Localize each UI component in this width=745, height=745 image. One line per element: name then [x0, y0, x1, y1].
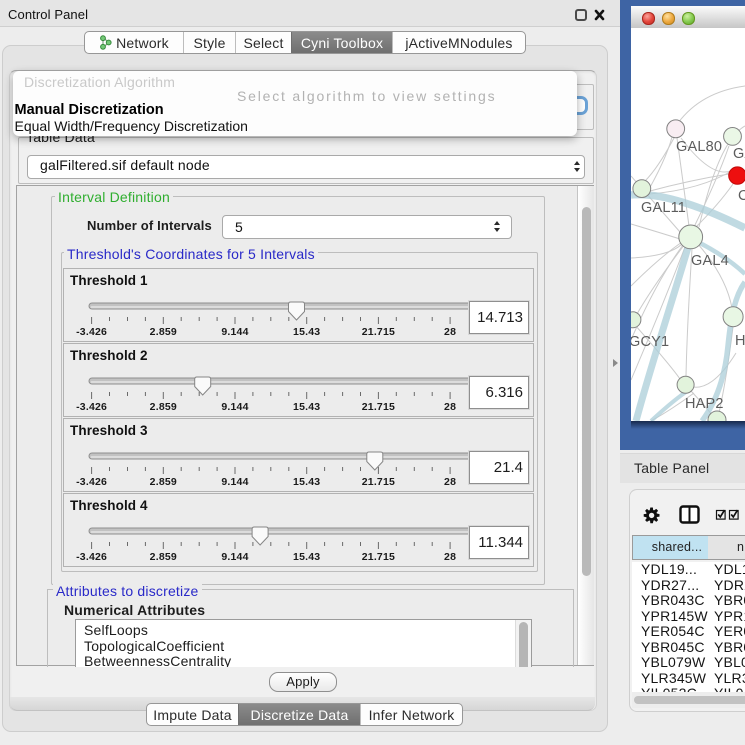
- svg-text:GCY1: GCY1: [631, 334, 669, 350]
- svg-text:-3.426: -3.426: [76, 551, 107, 563]
- svg-text:C: C: [738, 188, 745, 204]
- svg-text:HAP2: HAP2: [685, 396, 724, 412]
- svg-text:21.715: 21.715: [362, 401, 395, 413]
- svg-text:21.715: 21.715: [362, 476, 395, 488]
- svg-text:21.715: 21.715: [362, 326, 395, 338]
- svg-text:-3.426: -3.426: [76, 476, 107, 488]
- svg-text:2.859: 2.859: [150, 326, 177, 338]
- svg-text:15.43: 15.43: [293, 326, 320, 338]
- svg-text:GAL4: GAL4: [691, 253, 729, 269]
- svg-text:28: 28: [444, 551, 456, 563]
- svg-text:2.859: 2.859: [150, 401, 177, 413]
- svg-text:-3.426: -3.426: [76, 401, 107, 413]
- svg-text:-3.426: -3.426: [76, 326, 107, 338]
- svg-text:28: 28: [444, 401, 456, 413]
- svg-text:21.715: 21.715: [362, 551, 395, 563]
- svg-text:GAL11: GAL11: [641, 200, 686, 216]
- svg-text:15.43: 15.43: [293, 401, 320, 413]
- svg-text:15.43: 15.43: [293, 551, 320, 563]
- svg-text:2.859: 2.859: [150, 476, 177, 488]
- svg-text:28: 28: [444, 476, 456, 488]
- svg-text:GA: GA: [733, 146, 745, 162]
- svg-text:28: 28: [444, 326, 456, 338]
- svg-text:2.859: 2.859: [150, 551, 177, 563]
- svg-text:9.144: 9.144: [221, 476, 248, 488]
- svg-text:9.144: 9.144: [221, 401, 248, 413]
- svg-text:9.144: 9.144: [221, 551, 248, 563]
- svg-text:9.144: 9.144: [221, 326, 248, 338]
- svg-text:15.43: 15.43: [293, 476, 320, 488]
- svg-text:GAL80: GAL80: [676, 139, 722, 155]
- svg-text:H: H: [735, 333, 745, 349]
